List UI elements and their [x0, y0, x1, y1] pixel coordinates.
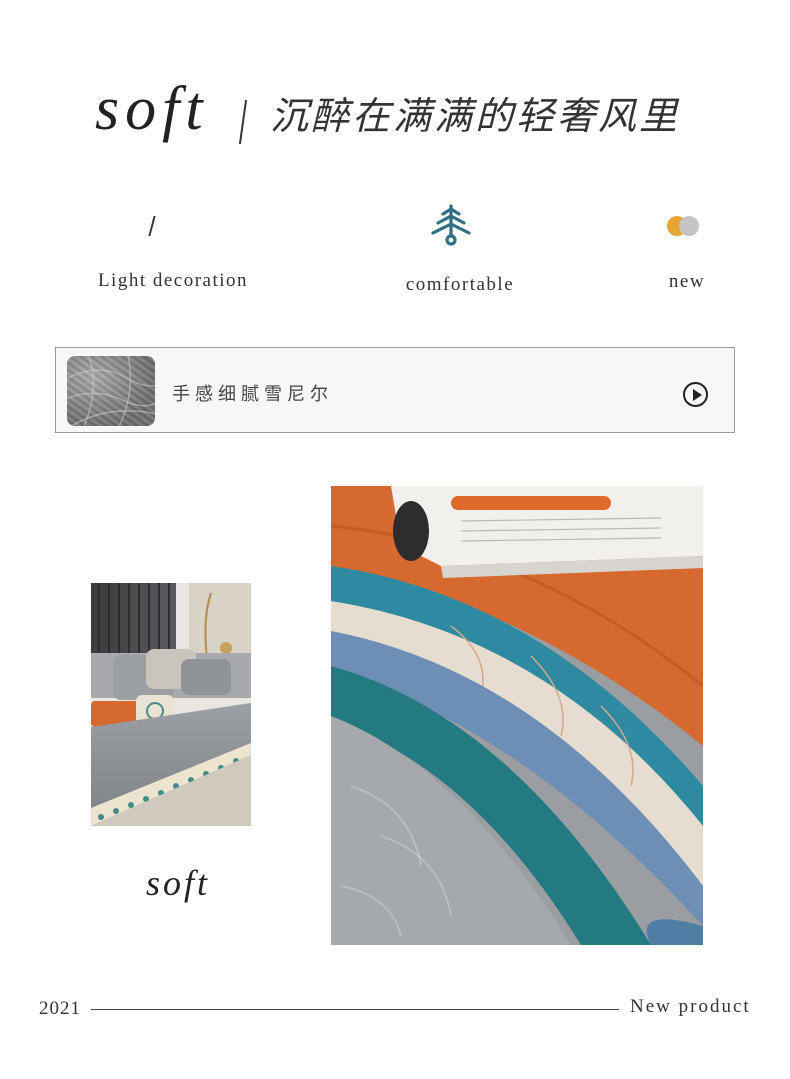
slash-icon	[148, 216, 156, 236]
footer-new-product: New product	[630, 996, 751, 1017]
footer-divider	[91, 1009, 619, 1010]
play-button[interactable]	[683, 382, 708, 407]
feature-label-new: new	[668, 271, 706, 292]
page-title-en: soft	[95, 75, 209, 143]
feature-label-comfortable: comfortable	[405, 274, 515, 295]
fabric-thumbnail	[67, 356, 155, 426]
title-divider	[238, 100, 248, 144]
soft-caption: soft	[146, 863, 211, 903]
page-title-cn: 沉醉在满满的轻奢风里	[270, 94, 681, 138]
footer-year: 2021	[39, 998, 81, 1019]
chenille-fabric-photo	[331, 486, 703, 945]
tree-icon	[430, 204, 472, 252]
dots-icon	[666, 213, 702, 243]
feature-bar-label: 手感细腻雪尼尔	[172, 384, 333, 405]
sofa-photo	[91, 583, 251, 826]
feature-label-light-decoration: Light decoration	[97, 270, 249, 291]
feature-bar: 手感细腻雪尼尔	[55, 347, 735, 433]
